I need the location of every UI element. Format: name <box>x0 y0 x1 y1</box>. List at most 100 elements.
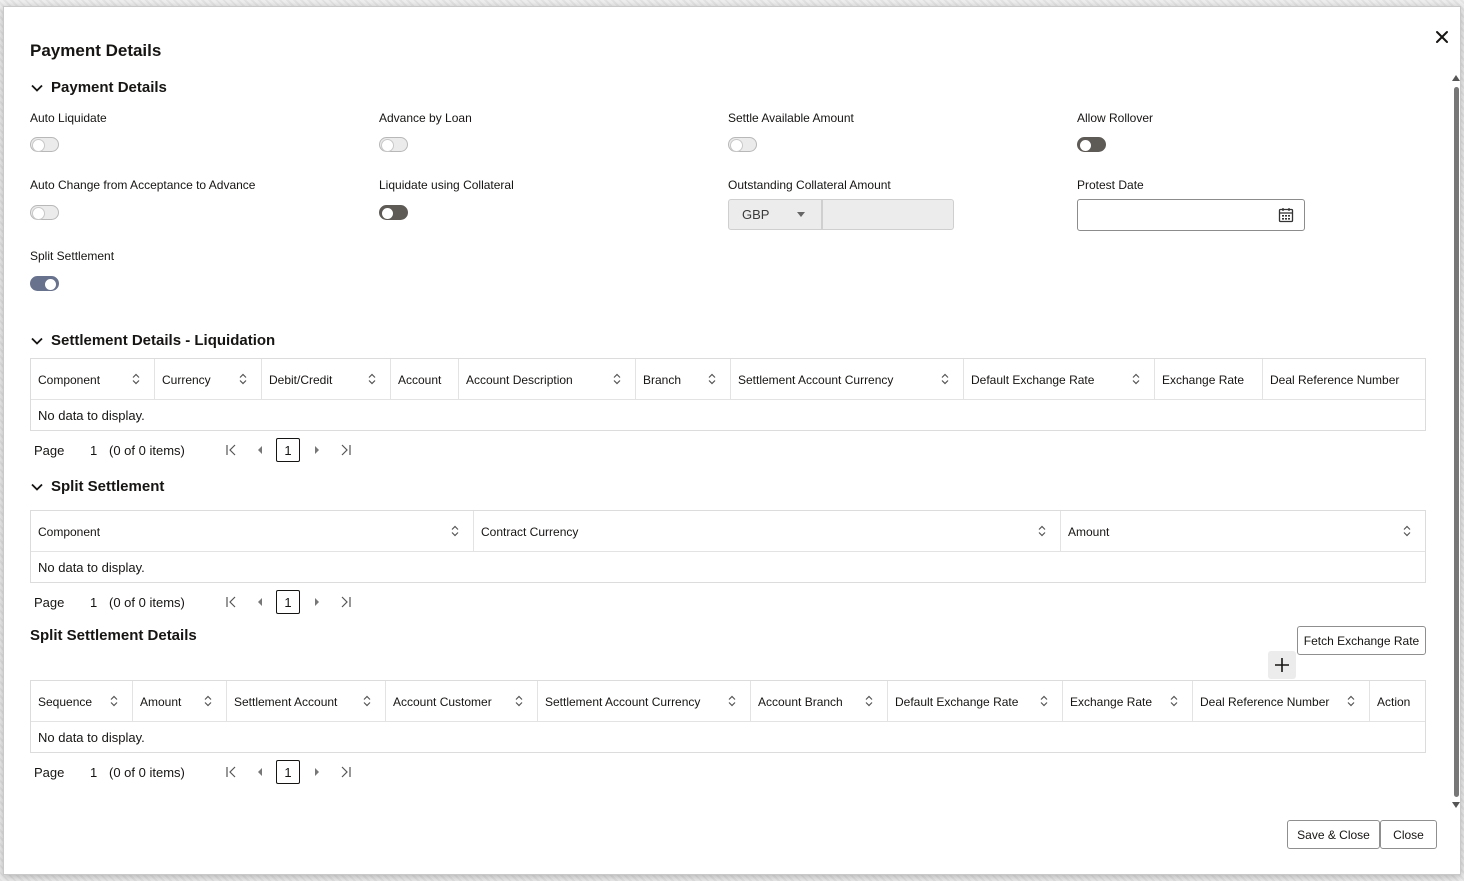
first-page-button[interactable] <box>216 759 245 785</box>
caret-down-icon <box>797 212 805 217</box>
section-toggle-split-settlement[interactable]: Split Settlement <box>30 478 164 495</box>
auto-liquidate-switch[interactable] <box>30 137 59 152</box>
col-sequence[interactable]: Sequence <box>31 681 133 722</box>
col-account-branch[interactable]: Account Branch <box>751 681 888 722</box>
split-settlement-details-table-header: Sequence Amount Settlement Account Accou… <box>31 681 1425 722</box>
sort-icon <box>1170 695 1178 707</box>
allow-rollover-switch[interactable] <box>1077 137 1106 152</box>
col-component[interactable]: Component <box>31 511 474 552</box>
save-and-close-button[interactable]: Save & Close <box>1287 820 1380 849</box>
previous-page-button[interactable] <box>245 759 274 785</box>
split-settlement-table-header: Component Contract Currency Amount <box>31 511 1425 552</box>
section-toggle-payment-details[interactable]: Payment Details <box>30 79 167 96</box>
scroll-down-arrow-icon[interactable] <box>1452 802 1460 808</box>
auto-liquidate-label: Auto Liquidate <box>30 111 107 125</box>
collateral-currency-select[interactable]: GBP <box>728 199 822 230</box>
auto-change-switch[interactable] <box>30 205 59 220</box>
previous-page-button[interactable] <box>245 589 274 615</box>
calendar-icon[interactable] <box>1278 207 1294 223</box>
col-contract-currency[interactable]: Contract Currency <box>474 511 1061 552</box>
col-amount[interactable]: Amount <box>133 681 227 722</box>
pager-item-count: (0 of 0 items) <box>109 594 185 610</box>
col-default-exchange-rate[interactable]: Default Exchange Rate <box>964 359 1155 400</box>
section-title-split-settlement: Split Settlement <box>51 478 165 495</box>
col-exchange-rate[interactable]: Exchange Rate <box>1155 359 1263 400</box>
scrollbar-thumb[interactable] <box>1454 87 1459 797</box>
col-amount[interactable]: Amount <box>1061 511 1425 552</box>
sort-icon <box>1403 525 1411 537</box>
previous-page-icon <box>257 598 262 606</box>
protest-date-label: Protest Date <box>1077 178 1144 192</box>
protest-date-input[interactable] <box>1077 199 1305 231</box>
liquidate-collateral-label: Liquidate using Collateral <box>379 178 514 192</box>
col-branch[interactable]: Branch <box>636 359 731 400</box>
first-page-icon <box>225 596 235 608</box>
col-settlement-account-currency[interactable]: Settlement Account Currency <box>731 359 964 400</box>
pager-page-number: 1 <box>90 442 98 458</box>
previous-page-button[interactable] <box>245 437 274 463</box>
advance-by-loan-switch[interactable] <box>379 137 408 152</box>
liquidation-table: Component Currency Debit/Credit Account … <box>30 358 1426 431</box>
current-page-button[interactable]: 1 <box>276 590 300 614</box>
col-settlement-account[interactable]: Settlement Account <box>227 681 386 722</box>
close-icon[interactable] <box>1431 26 1453 48</box>
col-default-exchange-rate[interactable]: Default Exchange Rate <box>888 681 1063 722</box>
last-page-button[interactable] <box>331 437 360 463</box>
dialog-scrollbar[interactable] <box>1450 73 1460 813</box>
section-title-payment-details: Payment Details <box>51 79 167 96</box>
current-page-button[interactable]: 1 <box>276 438 300 462</box>
first-page-button[interactable] <box>216 437 245 463</box>
pager-label: Page <box>34 442 65 458</box>
col-debit-credit[interactable]: Debit/Credit <box>262 359 391 400</box>
section-title-liquidation: Settlement Details - Liquidation <box>51 332 276 349</box>
settle-available-amount-label: Settle Available Amount <box>728 111 854 125</box>
scroll-up-arrow-icon[interactable] <box>1452 75 1460 81</box>
sort-icon <box>1040 695 1048 707</box>
pager-label: Page <box>34 764 65 780</box>
next-page-button[interactable] <box>302 589 331 615</box>
sort-icon <box>708 373 716 385</box>
liquidate-collateral-switch[interactable] <box>379 205 408 220</box>
settle-available-amount-switch[interactable] <box>728 137 757 152</box>
next-page-button[interactable] <box>302 437 331 463</box>
col-exchange-rate[interactable]: Exchange Rate <box>1063 681 1193 722</box>
empty-row-text: No data to display. <box>38 559 145 575</box>
next-page-icon <box>314 446 319 454</box>
col-account[interactable]: Account <box>391 359 459 400</box>
col-component[interactable]: Component <box>31 359 155 400</box>
current-page-button[interactable]: 1 <box>276 760 300 784</box>
pager-page-number: 1 <box>90 594 98 610</box>
first-page-icon <box>225 766 235 778</box>
empty-row-text: No data to display. <box>38 729 145 745</box>
col-account-customer[interactable]: Account Customer <box>386 681 538 722</box>
fetch-exchange-rate-button[interactable]: Fetch Exchange Rate <box>1297 626 1426 655</box>
col-settlement-account-currency[interactable]: Settlement Account Currency <box>538 681 751 722</box>
collateral-amount-input[interactable] <box>822 199 954 230</box>
sort-icon <box>1038 525 1046 537</box>
sort-icon <box>728 695 736 707</box>
first-page-button[interactable] <box>216 589 245 615</box>
next-page-button[interactable] <box>302 759 331 785</box>
last-page-button[interactable] <box>331 589 360 615</box>
col-action: Action <box>1377 694 1411 709</box>
dialog-title: Payment Details <box>30 41 162 60</box>
split-settlement-details-table: Sequence Amount Settlement Account Accou… <box>30 680 1426 753</box>
col-currency[interactable]: Currency <box>155 359 262 400</box>
close-button[interactable]: Close <box>1380 820 1437 849</box>
split-settlement-switch[interactable] <box>30 276 59 291</box>
add-row-button[interactable] <box>1268 651 1296 679</box>
outstanding-collateral-label: Outstanding Collateral Amount <box>728 178 891 192</box>
col-deal-reference-number[interactable]: Deal Reference Number <box>1193 681 1370 722</box>
previous-page-icon <box>257 768 262 776</box>
col-account-description[interactable]: Account Description <box>459 359 636 400</box>
last-page-button[interactable] <box>331 759 360 785</box>
split-settlement-label: Split Settlement <box>30 249 115 263</box>
pager-item-count: (0 of 0 items) <box>109 442 185 458</box>
section-toggle-liquidation[interactable]: Settlement Details - Liquidation <box>30 332 275 349</box>
pager-label: Page <box>34 594 65 610</box>
col-deal-reference-number[interactable]: Deal Reference Number <box>1263 359 1425 400</box>
payment-details-dialog: Payment Details Payment Details Auto Liq… <box>3 6 1461 875</box>
next-page-icon <box>314 598 319 606</box>
last-page-icon <box>341 766 351 778</box>
sort-icon <box>110 695 118 707</box>
